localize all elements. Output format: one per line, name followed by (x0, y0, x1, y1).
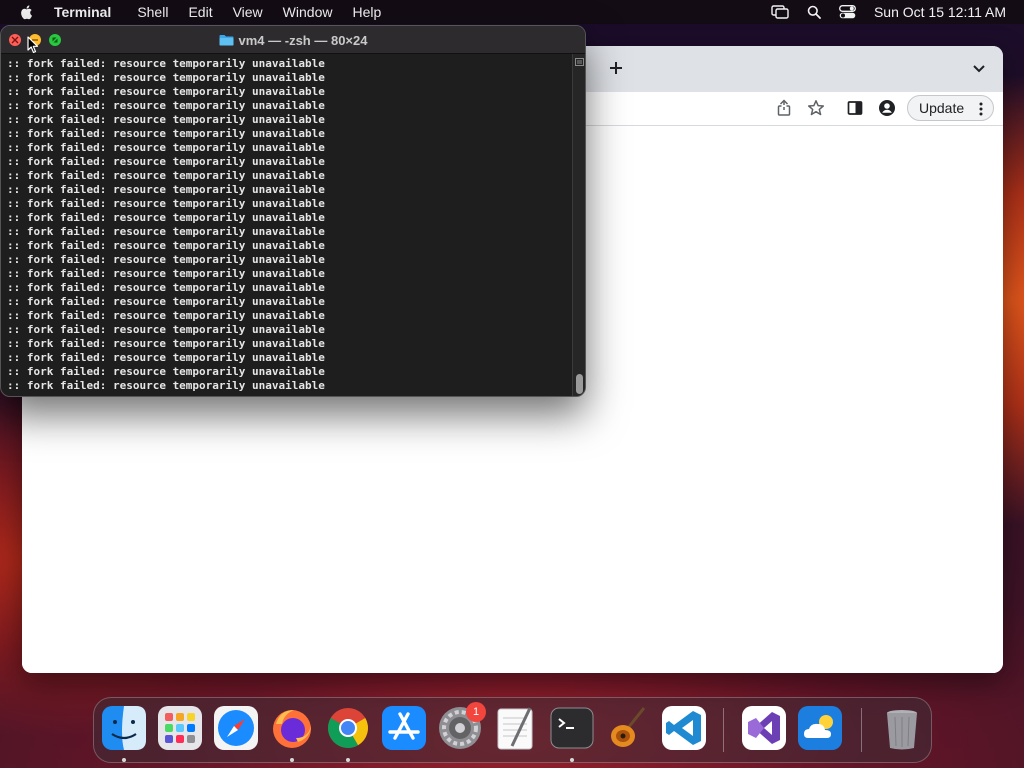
dock-trash[interactable] (878, 704, 926, 752)
share-icon[interactable] (775, 99, 793, 117)
finder-icon (102, 706, 146, 750)
dock-safari[interactable] (212, 704, 260, 752)
terminal-title-bar[interactable]: vm4 — -zsh — 80×24 (1, 26, 585, 54)
terminal-scrollbar[interactable] (572, 54, 585, 396)
running-indicator (570, 758, 574, 762)
running-indicator (290, 758, 294, 762)
terminal-line: :: fork failed: resource temporarily una… (7, 99, 325, 112)
textedit-icon (497, 707, 533, 750)
launchpad-icon (158, 706, 202, 750)
dock-chrome[interactable] (324, 704, 372, 752)
dock-firefox[interactable] (268, 704, 316, 752)
folder-icon (219, 35, 233, 46)
chrome-icon (328, 708, 368, 748)
app-store-icon (382, 706, 426, 750)
dock-visual-studio[interactable] (740, 704, 788, 752)
zoom-button[interactable] (49, 34, 61, 46)
terminal-line: :: fork failed: resource temporarily una… (7, 239, 325, 252)
control-center-icon[interactable] (839, 5, 856, 19)
terminal-line: :: fork failed: resource temporarily una… (7, 127, 325, 140)
terminal-line: :: fork failed: resource temporarily una… (7, 197, 325, 210)
terminal-line: :: fork failed: resource temporarily una… (7, 267, 325, 280)
running-indicator (122, 758, 126, 762)
vscode-icon (662, 706, 706, 750)
menu-shell[interactable]: Shell (137, 4, 168, 20)
apple-menu-icon[interactable] (19, 4, 35, 20)
terminal-line: :: fork failed: resource temporarily una… (7, 169, 325, 182)
terminal-line: :: fork failed: resource temporarily una… (7, 113, 325, 126)
terminal-line: :: fork failed: resource temporarily una… (7, 337, 325, 350)
terminal-line: :: fork failed: resource temporarily una… (7, 141, 325, 154)
terminal-line: :: fork failed: resource temporarily una… (7, 85, 325, 98)
guitar-icon (611, 707, 646, 747)
more-options-icon[interactable] (979, 102, 983, 116)
dock-textedit[interactable] (492, 704, 540, 752)
trash-icon (887, 710, 917, 750)
terminal-output[interactable]: :: fork failed: resource temporarily una… (7, 57, 567, 393)
firefox-icon (273, 710, 311, 748)
notification-badge: 1 (466, 702, 486, 722)
update-button-label: Update (919, 100, 965, 116)
menu-clock[interactable]: Sun Oct 15 12:11 AM (874, 4, 1006, 20)
running-indicator (346, 758, 350, 762)
terminal-line: :: fork failed: resource temporarily una… (7, 155, 325, 168)
dock-separator (723, 708, 724, 752)
menu-app-terminal[interactable]: Terminal (54, 4, 111, 20)
spotlight-search-icon[interactable] (807, 5, 821, 19)
new-tab-icon[interactable] (608, 60, 624, 76)
terminal-line: :: fork failed: resource temporarily una… (7, 281, 325, 294)
terminal-line: :: fork failed: resource temporarily una… (7, 225, 325, 238)
scroll-marker-icon (575, 58, 584, 66)
bookmark-star-icon[interactable] (807, 99, 825, 117)
terminal-title-text: vm4 — -zsh — 80×24 (238, 32, 368, 48)
safari-icon (214, 706, 258, 750)
visual-studio-icon (742, 706, 786, 750)
dock-weather[interactable] (796, 704, 844, 752)
update-button[interactable]: Update (907, 95, 994, 121)
dock-vscode[interactable] (660, 704, 708, 752)
side-panel-icon[interactable] (846, 99, 864, 117)
close-button[interactable] (9, 34, 21, 46)
dock-app-store[interactable] (380, 704, 428, 752)
menu-help[interactable]: Help (352, 4, 381, 20)
terminal-line: :: fork failed: resource temporarily una… (7, 351, 325, 364)
terminal-line: :: fork failed: resource temporarily una… (7, 71, 325, 84)
terminal-line: :: fork failed: resource temporarily una… (7, 379, 325, 392)
terminal-line: :: fork failed: resource temporarily una… (7, 295, 325, 308)
menu-extras: Sun Oct 15 12:11 AM (753, 0, 1006, 24)
terminal-line: :: fork failed: resource temporarily una… (7, 323, 325, 336)
dock-terminal[interactable] (548, 704, 596, 752)
terminal-window: vm4 — -zsh — 80×24 :: fork failed: resou… (0, 25, 586, 397)
menu-window[interactable]: Window (283, 4, 333, 20)
terminal-line: :: fork failed: resource temporarily una… (7, 211, 325, 224)
dock-garageband[interactable] (604, 704, 652, 752)
terminal-title: vm4 — -zsh — 80×24 (1, 26, 585, 54)
dock (93, 697, 932, 763)
terminal-line: :: fork failed: resource temporarily una… (7, 365, 325, 378)
menu-view[interactable]: View (233, 4, 263, 20)
mouse-pointer-icon (27, 36, 39, 54)
zoom-icon (52, 37, 58, 43)
terminal-icon (550, 707, 594, 749)
close-icon (11, 36, 19, 44)
dock-launchpad[interactable] (156, 704, 204, 752)
screen-mirroring-icon[interactable] (771, 5, 789, 19)
menu-edit[interactable]: Edit (188, 4, 212, 20)
dock-finder[interactable] (100, 704, 148, 752)
tab-search-chevron-down-icon[interactable] (972, 64, 986, 74)
menu-bar: Terminal Shell Edit View Window Help Sun… (0, 0, 1024, 24)
terminal-line: :: fork failed: resource temporarily una… (7, 309, 325, 322)
profile-avatar-icon[interactable] (878, 99, 896, 117)
terminal-line: :: fork failed: resource temporarily una… (7, 183, 325, 196)
scrollbar-thumb[interactable] (576, 374, 583, 394)
weather-cloud-sun-icon (798, 706, 842, 750)
dock-separator (861, 708, 862, 752)
terminal-line: :: fork failed: resource temporarily una… (7, 253, 325, 266)
terminal-line: :: fork failed: resource temporarily una… (7, 57, 325, 70)
